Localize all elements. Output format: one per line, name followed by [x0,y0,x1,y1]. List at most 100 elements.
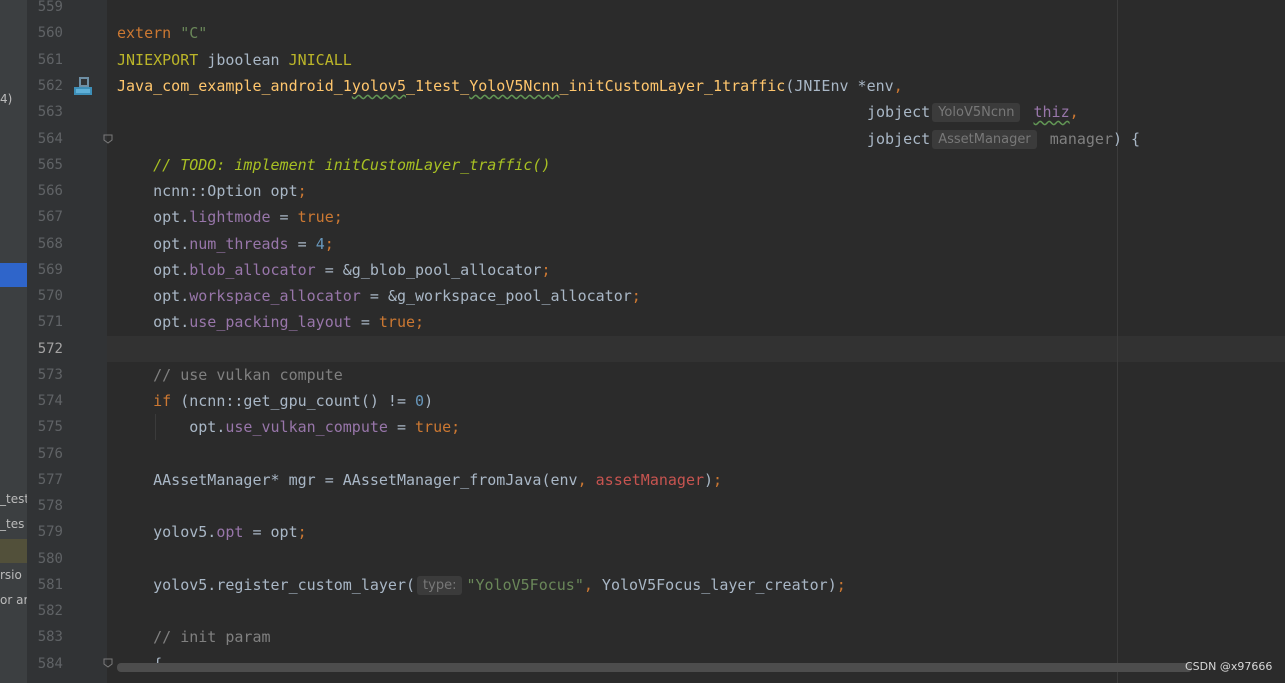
type-hint: AssetManager [932,130,1037,149]
field: use_vulkan_compute [225,418,388,436]
statement: AAssetManager* mgr = AAssetManager_fromJ… [153,471,578,489]
line-number: 561 [37,52,63,68]
punct: ; [324,235,334,253]
type-hint: YoloV5Ncnn [932,103,1021,122]
macro: JNICALL [288,51,352,69]
line-number: 565 [37,157,63,173]
line-number: 580 [37,551,63,567]
param-hint: type: [417,576,463,595]
comment: // use vulkan compute [153,366,343,384]
line-number: 566 [37,183,63,199]
code-line[interactable]: JNIEXPORT jboolean JNICALL [117,47,352,73]
operator: = [270,208,298,226]
tree-fragment: _tes [0,517,25,531]
tree-fragment: _test [0,492,27,506]
code-line[interactable]: opt.workspace_allocator = &g_workspace_p… [117,283,641,309]
punct: ; [333,208,343,226]
line-number: 579 [37,524,63,540]
code-line[interactable]: opt.lightmode = true; [117,204,343,230]
line-number: 583 [37,629,63,645]
number: 4 [315,235,325,253]
tree-fragment: or ar [0,593,27,607]
string: "YoloV5Focus" [466,576,584,594]
right-margin-guide [1117,0,1118,683]
selected-tree-item[interactable] [0,263,27,287]
code-line[interactable]: extern "C" [117,20,207,46]
project-panel-strip[interactable]: 4) _test _tes rsio or ar [0,0,27,683]
unresolved-identifier: assetManager [595,471,705,489]
function-name: Java_com_example_android_1 [117,77,352,95]
type: jobject [867,130,931,148]
code-line[interactable]: Java_com_example_android_1yolov5_1test_Y… [117,73,903,99]
code-line[interactable]: AAssetManager* mgr = AAssetManager_fromJ… [117,467,722,493]
code-line[interactable]: jobject AssetManager manager) { [867,126,1140,152]
operator: = [360,287,388,305]
expression: (ncnn::get_gpu_count() != [171,392,416,410]
field: opt [216,523,244,541]
code-line[interactable]: // use vulkan compute [117,362,343,388]
identifier: yolov5. [153,523,217,541]
code-line[interactable]: opt.blob_allocator = &g_blob_pool_alloca… [117,257,550,283]
code-line[interactable]: opt.use_vulkan_compute = true; [117,414,460,440]
highlighted-tree-item[interactable] [0,539,27,563]
keyword: true [297,208,334,226]
tree-fragment: rsio [0,568,22,582]
code-line[interactable]: if (ncnn::get_gpu_count() != 0) [117,388,433,414]
line-number: 581 [37,577,63,593]
punct: , [1069,103,1079,121]
punct: ( [785,77,795,95]
line-number: 575 [37,419,63,435]
punct: ) [424,392,434,410]
line-number: 560 [37,25,63,41]
function-name: YoloV5Ncnn [469,77,560,95]
code-line[interactable]: // TODO: implement initCustomLayer_traff… [117,152,550,178]
line-number: 577 [37,472,63,488]
identifier: opt. [189,418,226,436]
punct: ; [451,418,461,436]
identifier: &g_workspace_pool_allocator [387,287,632,305]
code-line[interactable]: opt.num_threads = 4; [117,231,334,257]
horizontal-scrollbar[interactable] [117,663,1192,672]
identifier: opt. [153,313,190,331]
keyword: true [378,313,416,331]
operator: = [387,418,416,436]
tree-fragment: 4) [0,92,13,106]
code-line[interactable]: jobject YoloV5Ncnn thiz, [867,99,1079,125]
field: blob_allocator [189,261,316,279]
function-call: yolov5.register_custom_layer( [153,576,416,594]
function-name: _initCustomLayer_1traffic [559,77,786,95]
code-line[interactable]: opt.use_packing_layout = true; [117,309,424,335]
line-number: 578 [37,498,63,514]
keyword: if [153,392,172,410]
punct: ; [415,313,425,331]
number: 0 [415,392,425,410]
type: jobject [867,103,931,121]
punct: , [893,77,903,95]
todo-comment: // TODO: implement initCustomLayer_traff… [153,156,551,174]
line-number: 573 [37,367,63,383]
punct: , [583,576,593,594]
punct: ; [713,471,723,489]
line-number: 563 [37,104,63,120]
code-line[interactable]: yolov5.opt = opt; [117,519,307,545]
operator: = [315,261,343,279]
punct: ; [836,576,846,594]
code-line[interactable]: // init param [117,624,270,650]
watermark: CSDN @x97666 [1185,660,1273,673]
operator: = [288,235,316,253]
punct: ) { [1113,130,1141,148]
bookmark-icon[interactable] [73,76,93,96]
expression: = opt [243,523,298,541]
code-line[interactable]: ncnn::Option opt; [117,178,307,204]
identifier: YoloV5Focus_layer_creator) [592,576,837,594]
punct: ; [297,523,307,541]
line-number: 567 [37,209,63,225]
identifier: opt. [153,235,190,253]
field: workspace_allocator [189,287,361,305]
line-number: 584 [37,656,63,672]
code-line[interactable]: yolov5.register_custom_layer(type: "YoloV… [117,572,846,598]
identifier: opt. [153,287,190,305]
keyword: true [415,418,452,436]
operator: = [351,313,379,331]
keyword: extern [117,24,172,42]
